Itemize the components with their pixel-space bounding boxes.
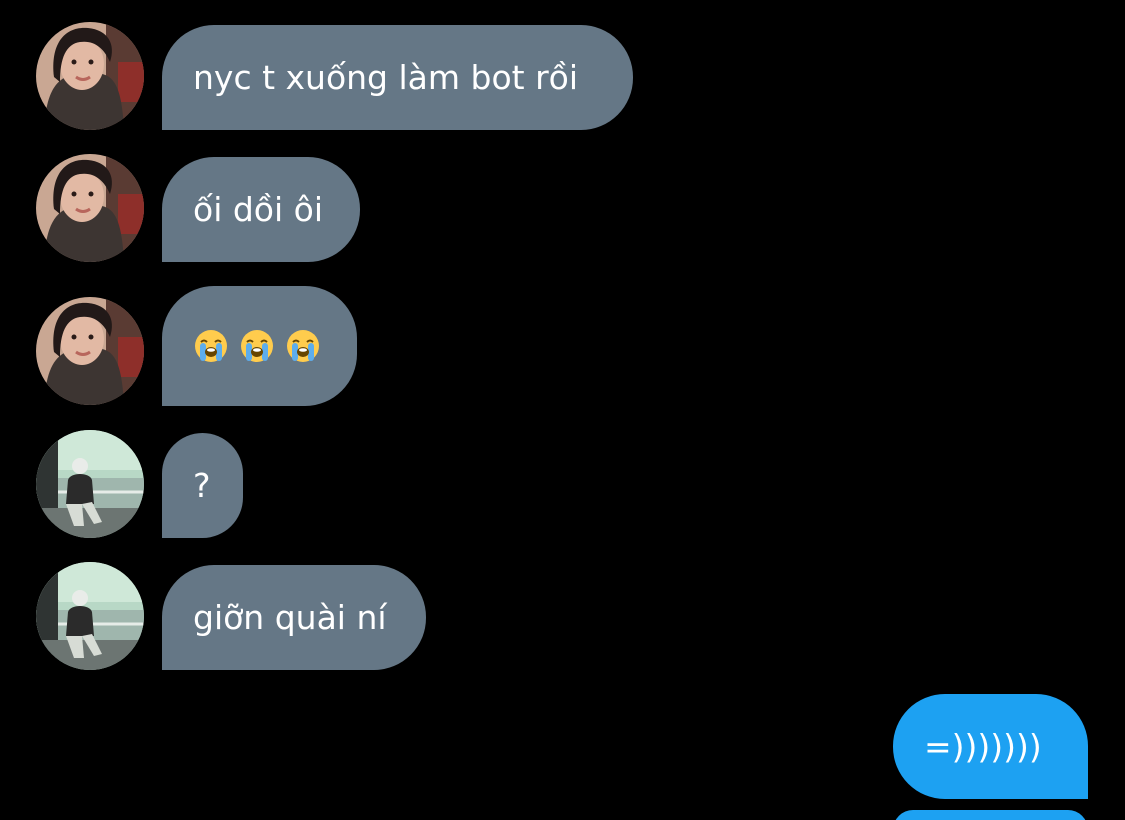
- emoji-row: [193, 328, 321, 364]
- message-bubble-outgoing-partial[interactable]: [893, 810, 1088, 820]
- message-text: ?: [193, 466, 211, 505]
- message-bubble-outgoing[interactable]: =))))))): [893, 694, 1088, 799]
- message-bubble-incoming[interactable]: [162, 286, 357, 406]
- message-text: nyc t xuống làm bot rồi: [193, 58, 579, 97]
- loudly-crying-face-icon: [287, 330, 319, 362]
- message-bubble-incoming[interactable]: nyc t xuống làm bot rồi: [162, 25, 633, 130]
- message-text: giỡn quài ní: [193, 598, 387, 637]
- avatar-photo-man: [36, 562, 144, 670]
- avatar[interactable]: [36, 562, 144, 670]
- avatar[interactable]: [36, 430, 144, 538]
- message-text: =))))))): [924, 727, 1042, 766]
- message-text: ối dồi ôi: [193, 190, 324, 229]
- avatar-photo-man: [36, 430, 144, 538]
- avatar[interactable]: [36, 297, 144, 405]
- message-bubble-incoming[interactable]: giỡn quài ní: [162, 565, 426, 670]
- avatar-photo-woman: [36, 22, 144, 130]
- loudly-crying-face-icon: [241, 330, 273, 362]
- message-bubble-incoming[interactable]: ối dồi ôi: [162, 157, 360, 262]
- message-bubble-incoming[interactable]: ?: [162, 433, 243, 538]
- avatar-photo-woman: [36, 297, 144, 405]
- avatar[interactable]: [36, 22, 144, 130]
- conversation-thread: nyc t xuống làm bot rồi ối dồi ôi ? giỡn…: [0, 0, 1125, 820]
- loudly-crying-face-icon: [195, 330, 227, 362]
- avatar[interactable]: [36, 154, 144, 262]
- avatar-photo-woman: [36, 154, 144, 262]
